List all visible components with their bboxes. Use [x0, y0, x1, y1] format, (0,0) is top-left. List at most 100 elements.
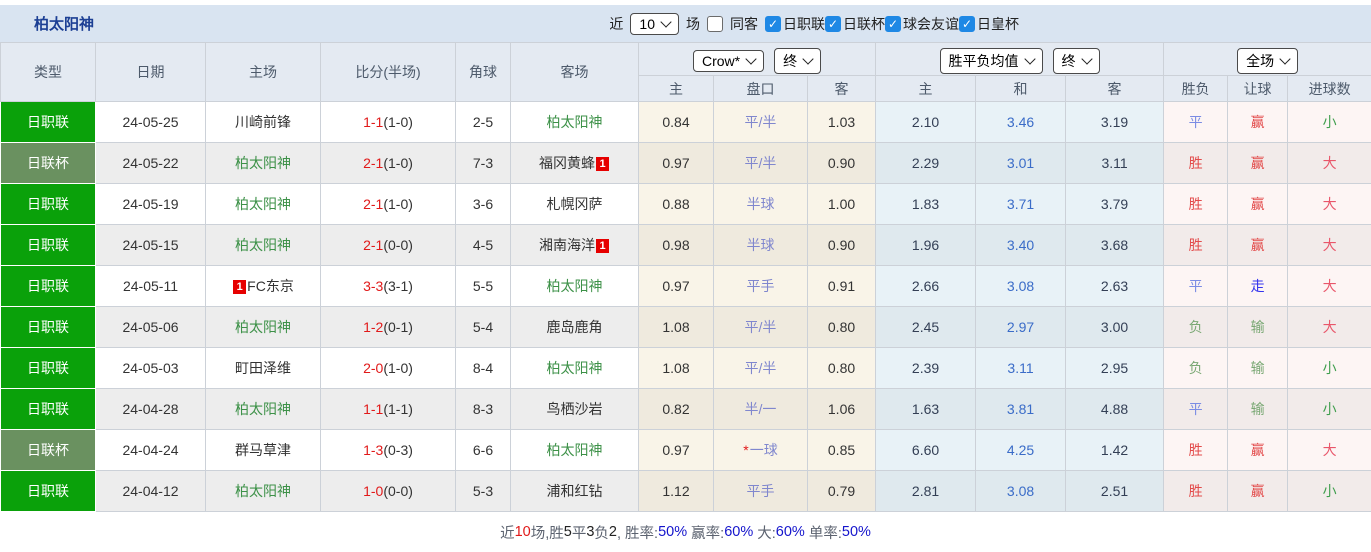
home-team-cell: 群马草津	[206, 430, 321, 471]
same-away-checkbox[interactable]	[707, 16, 723, 32]
result-goals-cell: 小	[1288, 348, 1371, 389]
league-filter: ✓球会友谊	[885, 14, 959, 34]
sub-header-goals: 进球数	[1288, 76, 1371, 102]
mean-home-cell: 2.29	[876, 143, 976, 184]
result-handicap-cell: 赢	[1228, 184, 1288, 225]
league-checkbox[interactable]: ✓	[765, 16, 781, 32]
summary-text-segment: 60%	[724, 524, 753, 540]
score-cell: 1-1(1-0)	[321, 102, 456, 143]
score-cell: 1-2(0-1)	[321, 307, 456, 348]
mean-away-cell: 3.19	[1066, 102, 1164, 143]
summary-text-segment: 单率:	[805, 522, 842, 543]
team-name: 柏太阳神	[547, 360, 603, 376]
odds-home-cell: 0.97	[639, 430, 714, 471]
mean-home-cell: 2.45	[876, 307, 976, 348]
odds-away-cell: 1.00	[808, 184, 876, 225]
team-name: FC东京	[247, 278, 294, 294]
league-type-cell: 日职联	[1, 348, 96, 389]
col-header-home: 主场	[206, 43, 321, 102]
score-cell: 2-1(1-0)	[321, 184, 456, 225]
team-name: 町田泽维	[235, 360, 291, 376]
mean-draw-cell: 3.08	[976, 471, 1066, 512]
summary-text-segment: 50%	[658, 524, 687, 540]
mean-home-cell: 2.66	[876, 266, 976, 307]
topbar: 柏太阳神 近 10 场 同客 ✓日职联✓日联杯✓球会友谊✓日皇杯	[0, 5, 1371, 42]
date-cell: 24-05-19	[96, 184, 206, 225]
col-header-corner: 角球	[456, 43, 511, 102]
odds-away-cell: 1.03	[808, 102, 876, 143]
mean-home-cell: 2.10	[876, 102, 976, 143]
fulltime-score: 2-1	[363, 155, 383, 171]
table-row: 日职联24-05-06柏太阳神1-2(0-1)5-4鹿岛鹿角1.08平/半0.8…	[1, 307, 1371, 348]
odds-away-cell: 0.90	[808, 225, 876, 266]
result-wdl-cell: 负	[1164, 307, 1228, 348]
odds-time-select[interactable]: 终	[774, 48, 821, 74]
table-row: 日职联24-05-15柏太阳神2-1(0-0)4-5湘南海洋10.98半球0.9…	[1, 225, 1371, 266]
away-team-cell: 浦和红钻	[511, 471, 639, 512]
handicap-cell: 平/半	[714, 348, 808, 389]
league-checkbox[interactable]: ✓	[959, 16, 975, 32]
odds-home-cell: 0.88	[639, 184, 714, 225]
corners-cell: 8-3	[456, 389, 511, 430]
summary-text-segment: , 胜率:	[617, 522, 658, 543]
home-team-cell: 柏太阳神	[206, 143, 321, 184]
mean-draw-cell: 3.01	[976, 143, 1066, 184]
chevron-down-icon	[660, 16, 671, 27]
halftime-score: (1-0)	[383, 196, 413, 212]
chevron-down-icon	[802, 53, 813, 64]
result-handicap-cell: 赢	[1228, 430, 1288, 471]
date-cell: 24-05-11	[96, 266, 206, 307]
summary-text-segment: 2	[609, 524, 617, 540]
halftime-score: (3-1)	[383, 278, 413, 294]
chevron-down-icon	[1081, 53, 1092, 64]
mean-home-cell: 1.83	[876, 184, 976, 225]
league-type-cell: 日联杯	[1, 143, 96, 184]
halftime-score: (0-1)	[383, 319, 413, 335]
handicap-value: 平/半	[745, 114, 777, 130]
table-row: 日职联24-05-03町田泽维2-0(1-0)8-4柏太阳神1.08平/半0.8…	[1, 348, 1371, 389]
fulltime-score: 2-0	[363, 360, 383, 376]
table-row: 日职联24-05-19柏太阳神2-1(1-0)3-6札幌冈萨0.88半球1.00…	[1, 184, 1371, 225]
team-name: 柏太阳神	[547, 442, 603, 458]
table-row: 日联杯24-04-24群马草津1-3(0-3)6-6柏太阳神0.97*一球0.8…	[1, 430, 1371, 471]
bookmaker-select[interactable]: Crow*	[693, 50, 764, 72]
summary-text-segment: 赢率:	[687, 522, 724, 543]
fulltime-score: 3-3	[363, 278, 383, 294]
odds-away-cell: 0.79	[808, 471, 876, 512]
mean-home-cell: 2.39	[876, 348, 976, 389]
red-card-badge: 1	[596, 239, 609, 253]
handicap-cell: 半球	[714, 184, 808, 225]
scope-select[interactable]: 全场	[1237, 48, 1298, 74]
fulltime-score: 1-0	[363, 483, 383, 499]
team-name: 柏太阳神	[235, 196, 291, 212]
summary-text-segment: 50%	[842, 524, 871, 540]
odds-home-cell: 0.97	[639, 143, 714, 184]
team-name: 柏太阳神	[547, 278, 603, 294]
corners-cell: 8-4	[456, 348, 511, 389]
chevron-down-icon	[1024, 53, 1035, 64]
league-checkbox[interactable]: ✓	[825, 16, 841, 32]
mean-group-header: 胜平负均值 终	[876, 43, 1164, 76]
away-team-cell: 札幌冈萨	[511, 184, 639, 225]
team-name: 柏太阳神	[235, 237, 291, 253]
score-cell: 2-1(1-0)	[321, 143, 456, 184]
table-row: 日职联24-05-25川崎前锋1-1(1-0)2-5柏太阳神0.84平/半1.0…	[1, 102, 1371, 143]
team-name: 柏太阳神	[235, 483, 291, 499]
league-type-cell: 日职联	[1, 471, 96, 512]
mean-type-select[interactable]: 胜平负均值	[940, 48, 1043, 74]
odds-away-cell: 0.90	[808, 143, 876, 184]
table-row: 日职联24-04-12柏太阳神1-0(0-0)5-3浦和红钻1.12平手0.79…	[1, 471, 1371, 512]
away-team-cell: 湘南海洋1	[511, 225, 639, 266]
summary-text-segment: 3	[586, 524, 594, 540]
table-row: 日职联24-04-28柏太阳神1-1(1-1)8-3鸟栖沙岩0.82半/一1.0…	[1, 389, 1371, 430]
sub-header-handicap: 盘口	[714, 76, 808, 102]
odds-away-cell: 0.91	[808, 266, 876, 307]
mean-time-select[interactable]: 终	[1053, 48, 1100, 74]
result-handicap-cell: 输	[1228, 389, 1288, 430]
red-card-badge: 1	[596, 157, 609, 171]
league-checkbox[interactable]: ✓	[885, 16, 901, 32]
recent-count-select[interactable]: 10	[630, 13, 679, 35]
col-header-score: 比分(半场)	[321, 43, 456, 102]
odds-away-cell: 0.80	[808, 307, 876, 348]
score-cell: 1-1(1-1)	[321, 389, 456, 430]
